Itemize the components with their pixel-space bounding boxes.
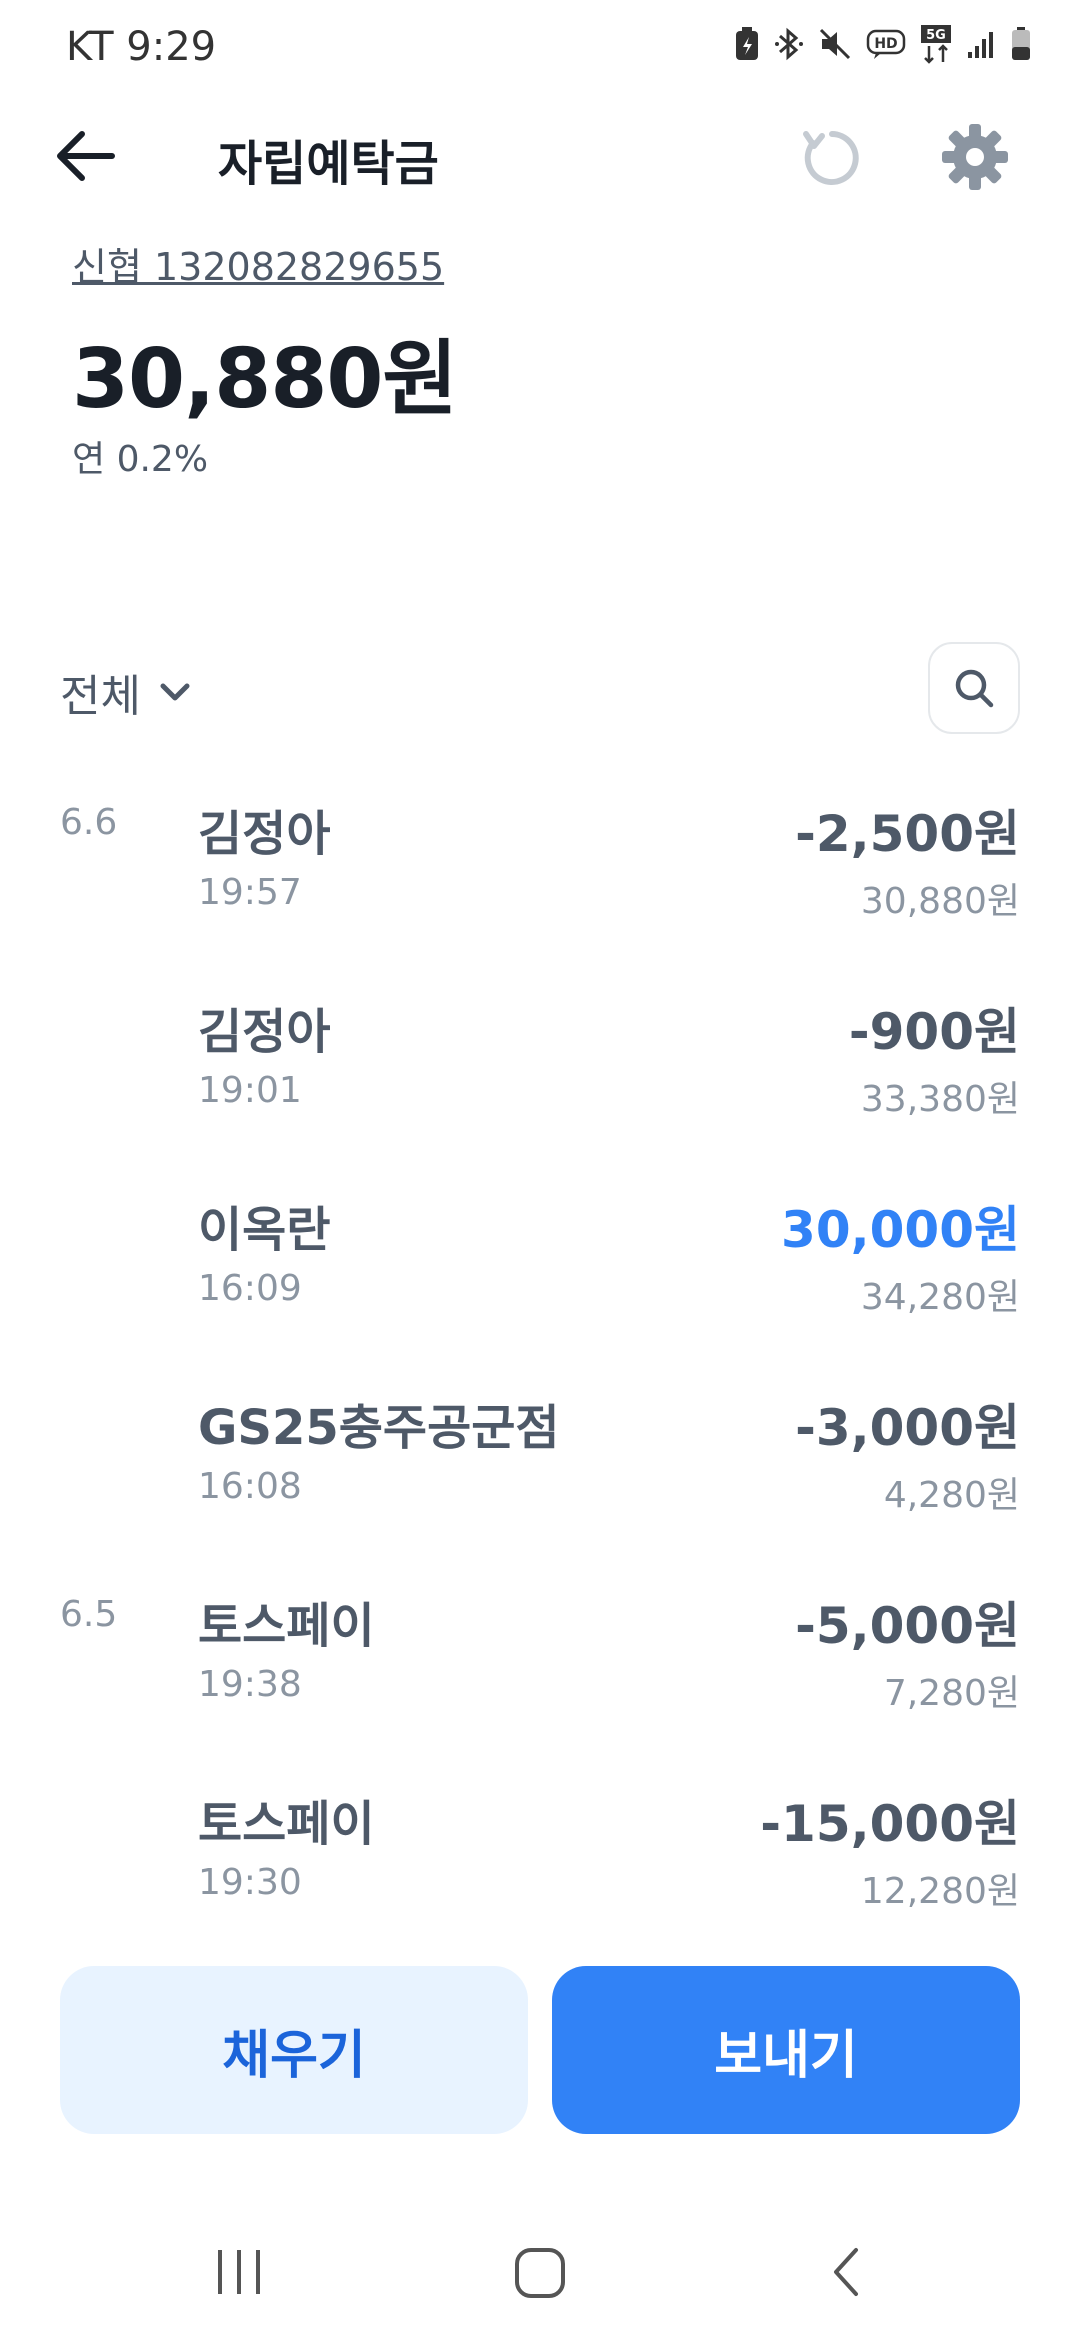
- battery-saver-icon: [736, 27, 758, 60]
- svg-text:HD: HD: [874, 36, 897, 52]
- transaction-row[interactable]: 김정아 19:01 -900원 33,380원: [0, 968, 1080, 1166]
- refresh-button[interactable]: [796, 122, 868, 194]
- transaction-name: GS25충주공군점: [198, 1400, 560, 1456]
- 5g-icon: 5G: [921, 25, 951, 64]
- transaction-time: 19:57: [198, 872, 302, 913]
- transaction-row[interactable]: 이옥란 16:09 30,000원 34,280원: [0, 1166, 1080, 1364]
- transaction-amount: -900원: [848, 1003, 1020, 1061]
- account-balance: 30,880원: [72, 332, 458, 427]
- transaction-date: 6.5: [60, 1594, 118, 1635]
- svg-text:5G: 5G: [926, 28, 946, 43]
- recent-apps-icon: [218, 2250, 260, 2294]
- hd-voice-icon: HD: [866, 29, 906, 59]
- chevron-down-icon: [160, 683, 190, 701]
- mute-icon: [819, 28, 851, 60]
- transaction-amount: -3,000원: [795, 1399, 1020, 1457]
- home-button[interactable]: [514, 2242, 566, 2306]
- transaction-balance: 7,280원: [883, 1673, 1020, 1714]
- send-button[interactable]: 보내기: [552, 1966, 1020, 2134]
- status-carrier-time: KT 9:29: [66, 24, 217, 70]
- transaction-time: 19:38: [198, 1664, 302, 1705]
- search-button[interactable]: [928, 642, 1020, 734]
- transaction-time: 19:30: [198, 1862, 302, 1903]
- interest-rate: 연 0.2%: [72, 439, 209, 480]
- account-number-link[interactable]: 신협 132082829655: [72, 236, 444, 291]
- settings-button[interactable]: [938, 120, 1012, 194]
- transaction-balance: 12,280원: [860, 1871, 1020, 1912]
- transaction-name: 토스페이: [198, 1598, 375, 1654]
- status-icons: HD 5G: [734, 24, 1032, 64]
- battery-icon: [1012, 27, 1030, 60]
- recent-apps-button[interactable]: [214, 2242, 264, 2306]
- search-icon: [955, 669, 994, 708]
- transaction-time: 16:08: [198, 1466, 302, 1507]
- transaction-amount: -2,500원: [795, 805, 1020, 863]
- signal-icon: [968, 32, 993, 58]
- transaction-date: 6.6: [60, 802, 118, 843]
- fill-button[interactable]: 채우기: [60, 1966, 528, 2134]
- bottom-actions: 채우기 보내기: [0, 1966, 1080, 2134]
- transaction-balance: 33,380원: [860, 1079, 1020, 1120]
- back-icon: [834, 2248, 858, 2296]
- page-title: 자립예탁금: [218, 136, 439, 192]
- transaction-row[interactable]: 6.5 토스페이 19:38 -5,000원 7,280원: [0, 1562, 1080, 1760]
- transaction-name: 토스페이: [198, 1796, 375, 1852]
- transaction-balance: 34,280원: [860, 1277, 1020, 1318]
- transaction-balance: 30,880원: [860, 881, 1020, 922]
- transaction-name: 김정아: [198, 1004, 331, 1060]
- app-header: 자립예탁금: [0, 96, 1080, 216]
- transaction-name: 김정아: [198, 806, 331, 862]
- status-bar: KT 9:29 HD 5G: [0, 0, 1080, 96]
- transaction-amount: -15,000원: [760, 1795, 1020, 1853]
- transaction-amount: -5,000원: [795, 1597, 1020, 1655]
- back-button[interactable]: [50, 120, 122, 192]
- transaction-time: 16:09: [198, 1268, 302, 1309]
- transaction-balance: 4,280원: [883, 1475, 1020, 1516]
- filter-dropdown[interactable]: 전체: [60, 660, 195, 724]
- transaction-row[interactable]: GS25충주공군점 16:08 -3,000원 4,280원: [0, 1364, 1080, 1562]
- arrow-left-icon: [57, 131, 115, 181]
- transaction-amount: 30,000원: [781, 1201, 1020, 1259]
- bluetooth-icon: [775, 27, 803, 61]
- home-icon: [515, 2248, 565, 2298]
- refresh-icon: [803, 131, 859, 185]
- transaction-row[interactable]: 토스페이 19:30 -15,000원 12,280원: [0, 1760, 1080, 1958]
- system-back-button[interactable]: [826, 2242, 866, 2306]
- transaction-time: 19:01: [198, 1070, 302, 1111]
- system-nav-bar: [0, 2220, 1080, 2340]
- gear-icon: [942, 124, 1008, 190]
- transaction-name: 이옥란: [198, 1202, 331, 1258]
- filter-label: 전체: [60, 671, 141, 722]
- transaction-row[interactable]: 6.6 김정아 19:57 -2,500원 30,880원: [0, 770, 1080, 968]
